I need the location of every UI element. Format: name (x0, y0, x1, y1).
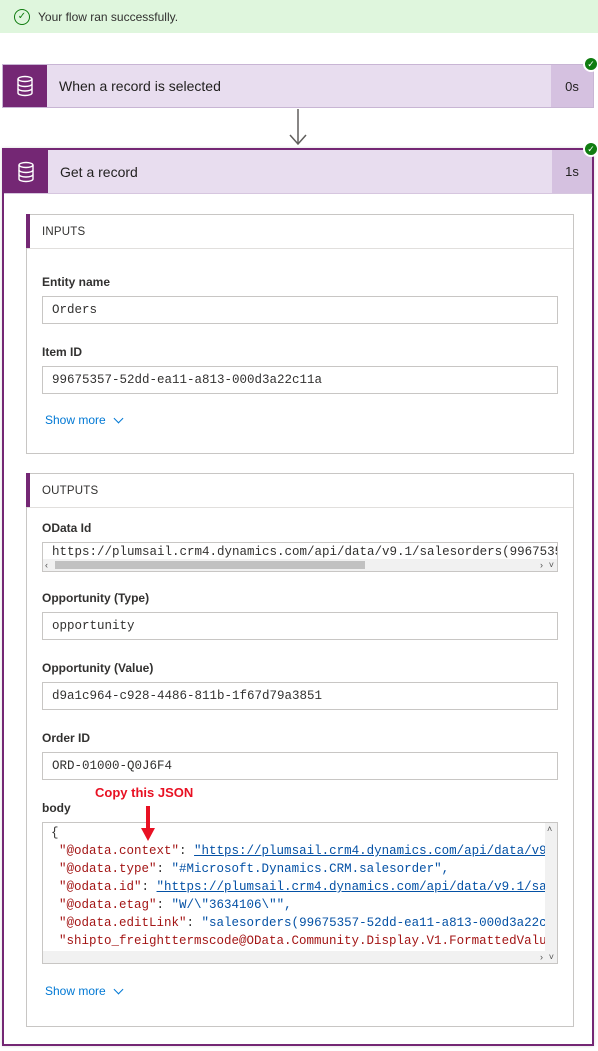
check-circle-icon: ✓ (14, 8, 30, 25)
trigger-step-card[interactable]: When a record is selected 0s (2, 64, 594, 108)
show-more-label: Show more (45, 984, 106, 998)
chevron-down-icon[interactable]: ˅ (549, 951, 554, 963)
item-id-label: Item ID (42, 345, 83, 359)
opportunity-value-value: d9a1c964-c928-4486-811b-1f67d79a3851 (42, 682, 558, 710)
vertical-scrollbar[interactable]: ˄ (545, 823, 557, 951)
opportunity-type-value: opportunity (42, 612, 558, 640)
json-line: "@odata.id": "https://plumsail.crm4.dyna… (59, 880, 557, 894)
scroll-right-icon[interactable]: › (540, 559, 543, 571)
flow-arrow-icon (289, 109, 307, 146)
json-content: { "@odata.context": "https://plumsail.cr… (43, 823, 558, 963)
success-check-icon: ✓ (583, 141, 598, 157)
chevron-up-icon[interactable]: ˄ (547, 823, 552, 835)
outputs-section: OUTPUTS OData Id https://plumsail.crm4.d… (26, 473, 574, 1027)
odata-id-label: OData Id (42, 521, 92, 535)
chevron-down-icon[interactable]: ˅ (549, 559, 554, 571)
opportunity-type-label: Opportunity (Type) (42, 591, 150, 605)
trigger-step-duration: 0s (551, 65, 593, 107)
inputs-section: INPUTS Entity name Orders Item ID 996753… (26, 214, 574, 454)
scroll-right-icon[interactable]: › (540, 951, 543, 963)
scroll-left-icon[interactable]: ‹ (45, 559, 48, 571)
outputs-show-more-link[interactable]: Show more (45, 984, 124, 998)
json-line: "shipto_freighttermscode@OData.Community… (59, 934, 558, 948)
success-banner: ✓ Your flow ran successfully. (0, 0, 598, 33)
show-more-label: Show more (45, 413, 106, 427)
order-id-value: ORD-01000-Q0J6F4 (42, 752, 558, 780)
outputs-section-title: OUTPUTS (27, 474, 573, 508)
chevron-down-icon (113, 413, 124, 423)
entity-name-label: Entity name (42, 275, 111, 289)
get-record-step-title: Get a record (60, 163, 138, 180)
scrollbar-thumb[interactable] (55, 561, 365, 569)
item-id-value: 99675357-52dd-ea11-a813-000d3a22c11a (42, 366, 558, 394)
success-check-icon: ✓ (583, 56, 598, 72)
body-json-viewer[interactable]: { "@odata.context": "https://plumsail.cr… (42, 822, 558, 964)
chevron-down-icon (113, 984, 124, 994)
inputs-section-title: INPUTS (27, 215, 573, 249)
opportunity-value-label: Opportunity (Value) (42, 661, 154, 675)
banner-message: Your flow ran successfully. (38, 9, 179, 24)
red-arrow-icon (141, 806, 155, 841)
json-line: "@odata.etag": "W/\"3634106\"", (59, 898, 292, 912)
database-icon (3, 65, 47, 107)
odata-id-value: https://plumsail.crm4.dynamics.com/api/d… (42, 542, 558, 572)
entity-name-value: Orders (42, 296, 558, 324)
order-id-label: Order ID (42, 731, 91, 745)
trigger-step-title: When a record is selected (59, 78, 221, 94)
get-record-step-duration: 1s (552, 150, 592, 193)
body-label: body (42, 801, 71, 815)
json-open-brace: { (51, 826, 59, 840)
horizontal-scrollbar[interactable]: › ˅ (43, 951, 557, 963)
database-icon (4, 150, 48, 193)
json-line: "@odata.context": "https://plumsail.crm4… (59, 844, 557, 858)
horizontal-scrollbar[interactable]: ‹ › ˅ (43, 559, 557, 571)
copy-json-annotation: Copy this JSON (95, 785, 194, 800)
json-line: "@odata.editLink": "salesorders(99675357… (59, 916, 558, 930)
get-record-step-header[interactable]: Get a record 1s (4, 150, 592, 194)
json-line: "@odata.type": "#Microsoft.Dynamics.CRM.… (59, 862, 450, 876)
inputs-show-more-link[interactable]: Show more (45, 413, 124, 427)
get-record-step-card: Get a record 1s INPUTS Entity name Order… (2, 148, 594, 1046)
